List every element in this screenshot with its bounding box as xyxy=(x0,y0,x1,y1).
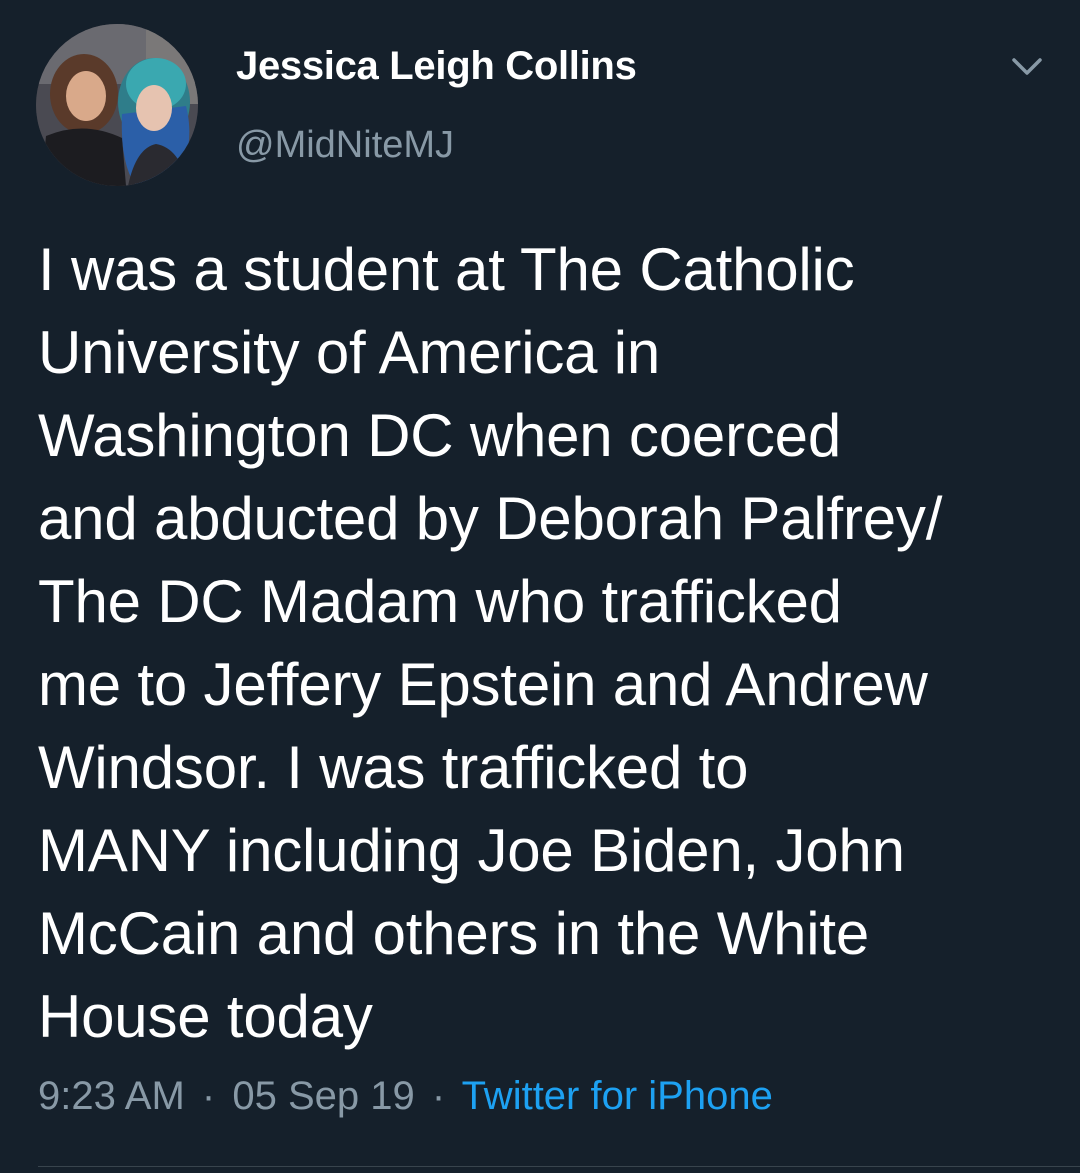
tweet-text-line: me to Jeffery Epstein and Andrew xyxy=(38,651,928,718)
tweet-text-line: Windsor. I was trafficked to xyxy=(38,734,749,801)
tweet-date: 05 Sep 19 xyxy=(232,1074,415,1118)
tweet-text-line: McCain and others in the White xyxy=(38,900,870,967)
tweet: Jessica Leigh Collins @MidNiteMJ I was a… xyxy=(0,0,1080,1173)
avatar-photo xyxy=(36,24,198,186)
tweet-text: I was a student at The Catholic Universi… xyxy=(38,228,1048,1058)
user-handle[interactable]: @MidNiteMJ xyxy=(236,124,454,167)
tweet-text-line: and abducted by Deborah Palfrey/ xyxy=(38,485,943,552)
tweet-text-line: University of America in xyxy=(38,319,661,386)
tweet-text-line: House today xyxy=(38,983,373,1050)
chevron-down-icon[interactable] xyxy=(1002,44,1052,90)
tweet-text-line: The DC Madam who trafficked xyxy=(38,568,842,635)
meta-separator: · xyxy=(201,1074,216,1118)
tweet-time: 9:23 AM xyxy=(38,1074,185,1118)
avatar[interactable] xyxy=(36,24,198,186)
tweet-meta: 9:23 AM · 05 Sep 19 · Twitter for iPhone xyxy=(38,1074,773,1119)
tweet-text-line: Washington DC when coerced xyxy=(38,402,841,469)
meta-separator: · xyxy=(431,1074,446,1118)
tweet-source-link[interactable]: Twitter for iPhone xyxy=(462,1074,773,1118)
divider xyxy=(38,1166,1080,1167)
tweet-text-line: MANY including Joe Biden, John xyxy=(38,817,905,884)
tweet-text-line: I was a student at The Catholic xyxy=(38,236,855,303)
display-name[interactable]: Jessica Leigh Collins xyxy=(236,44,637,89)
